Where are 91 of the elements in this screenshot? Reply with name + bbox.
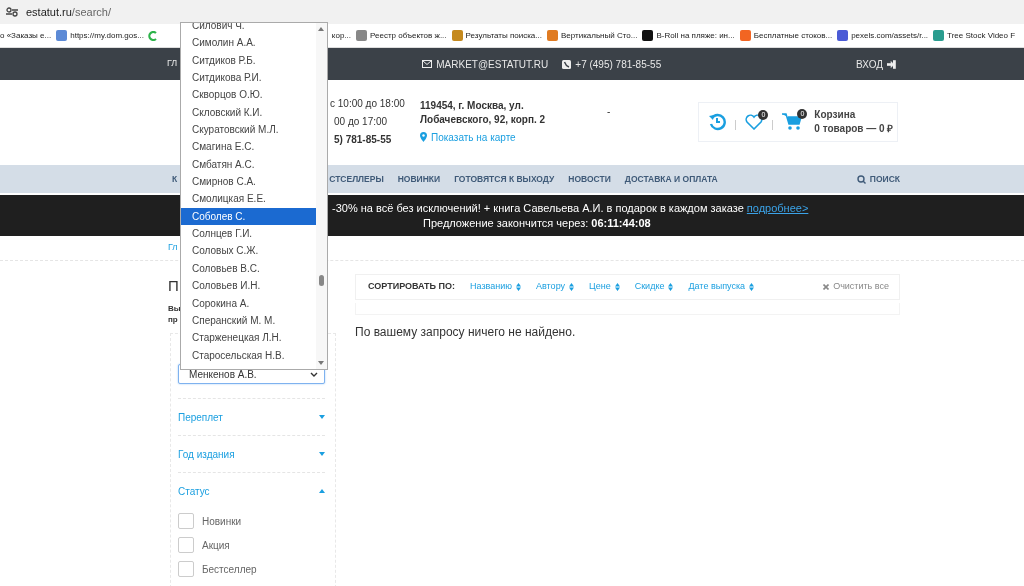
dropdown-option[interactable]: Старженецкая Л.Н. [181,329,316,347]
checkbox[interactable] [178,537,194,553]
dropdown-option[interactable]: Соловьев В.С. [181,259,316,278]
subheading-text: пр [168,314,179,325]
opening-hours: с 10:00 до 18:00 [330,96,406,111]
site-icon [933,30,945,41]
bookmark[interactable]: кор... [331,29,351,42]
dropdown-option[interactable]: Скуратовский М.Л. [181,121,316,139]
nav-link[interactable]: ДОСТАВКА И ОПЛАТА [624,172,718,186]
envelope-icon [422,60,433,68]
dropdown-option[interactable]: Ситдиков Р.Б. [181,51,316,70]
menu-link[interactable]: ГЛ [167,57,178,71]
empty-result-message: По вашему запросу ничего не найдено. [355,324,577,341]
cart-summary: 0 товаров — 0 ₽ [814,121,894,136]
site-icon [546,30,558,41]
address-bar[interactable]: estatut.ru/search/ [26,3,111,21]
nav-link[interactable]: НОВИНКИ [397,172,441,186]
sort-icon [614,283,620,291]
promo-text: -30% на всё без исключений! + книга Савельева А.И. в подарок в каждом заказе [332,202,744,215]
site-icon [837,30,849,41]
bookmark[interactable]: https://my.dom.gos... [56,29,144,42]
dropdown-option[interactable]: Смолицкая Е.Е. [181,190,316,208]
sort-icon [569,283,575,291]
site-icon [147,30,158,41]
phone-icon [562,59,572,69]
map-pin-icon [420,132,427,142]
sort-icon [516,283,521,291]
scroll-up-icon[interactable] [318,27,324,31]
subheading-text: Вы [168,303,180,314]
history-icon[interactable] [708,112,727,131]
login-link[interactable]: ВХОД [856,56,896,72]
dropdown-option[interactable]: Симолин А.А. [181,34,316,52]
cart-link[interactable]: Корзина [814,107,894,122]
checkbox[interactable] [178,513,194,529]
dropdown-option[interactable]: Смагина Е.С. [181,138,316,156]
checkbox-label: Бестселлер [202,562,257,577]
countdown-text: Предложение закончится через: 06:11:44:08 [423,215,651,230]
bookmark[interactable]: Результаты поиска... [451,29,542,42]
cart-icon[interactable] [782,112,803,131]
nav-link[interactable]: НОВОСТИ [568,172,611,186]
nav-link[interactable]: ГОТОВЯТСЯ К ВЫХОДУ [454,172,555,186]
address-text: 119454, г. Москва, ул. Лобачевского, 92, корп. 2 [420,98,547,127]
close-icon [823,284,830,290]
checkbox[interactable] [178,561,194,577]
bookmark[interactable]: Tree Stock Video F [933,29,1016,42]
opening-hours: 00 до 17:00 [333,114,389,129]
page-heading: П [168,276,179,296]
heart-icon[interactable] [745,113,764,130]
sort-icon [668,283,674,291]
dropdown-option[interactable]: Ситдикова Р.И. [181,69,316,87]
scrollbar-thumb[interactable] [319,275,324,286]
bookmark[interactable]: Вертикальный Сто... [546,29,638,42]
dash-text: - [607,105,611,119]
dropdown-option[interactable]: Соловьев И.Н. [181,277,316,295]
login-icon [887,59,896,69]
dropdown-option[interactable]: Старосельская Н.В. [181,346,316,364]
checkbox-label: Акция [202,538,230,553]
bookmark[interactable]: Реестр объектов ж... [356,29,447,42]
nav-link[interactable]: К [172,172,178,186]
dropdown-option[interactable]: Сорокина А. [181,294,316,312]
dropdown-option[interactable]: Сперанский М. М. [181,311,316,330]
bookmark[interactable]: о «Заказы е... [0,29,52,42]
dropdown-option[interactable]: Скловский К.И. [181,103,316,122]
site-icon [642,30,654,41]
clear-all-link[interactable]: Очистить все [823,280,889,294]
site-settings-icon[interactable] [6,7,18,17]
bookmark[interactable]: pexels.com/assets/r... [837,29,929,42]
site-icon [356,30,367,41]
dropdown-option[interactable]: Солнцев Г.И. [181,225,316,243]
dropdown-option[interactable]: Соболев С. [181,207,317,226]
dropdown-option[interactable]: Смбатян А.С. [181,155,316,174]
dropdown-option[interactable]: Смирнов С.А. [181,173,316,191]
bookmark[interactable]: Бесплатные стоков... [739,29,833,42]
bookmark[interactable]: B-Roll на пляже: ин... [642,29,735,42]
search-icon [856,174,866,184]
nav-link[interactable]: СТСЕЛЛЕРЫ [329,172,384,186]
dropdown-option[interactable]: Соловых С.Ж. [181,242,316,260]
sort-label: СОРТИРОВАТЬ ПО: [368,280,456,294]
phone-link[interactable]: +7 (495) 781-85-55 [562,56,662,72]
chevron-down-icon [310,371,318,377]
scrollbar[interactable] [316,23,327,369]
checkbox-label: Новинки [202,514,242,529]
phone-number: 5) 781-85-55 [333,132,393,147]
sort-icon [749,283,755,291]
site-icon [739,30,751,41]
site-icon [451,30,463,41]
site-icon [56,30,68,41]
dropdown-option[interactable]: Скворцов О.Ю. [181,86,316,104]
email-link[interactable]: MARKET@ESTATUT.RU [422,56,549,72]
search-link[interactable]: ПОИСК [856,172,900,186]
details-link[interactable]: подробнее> [746,202,809,215]
